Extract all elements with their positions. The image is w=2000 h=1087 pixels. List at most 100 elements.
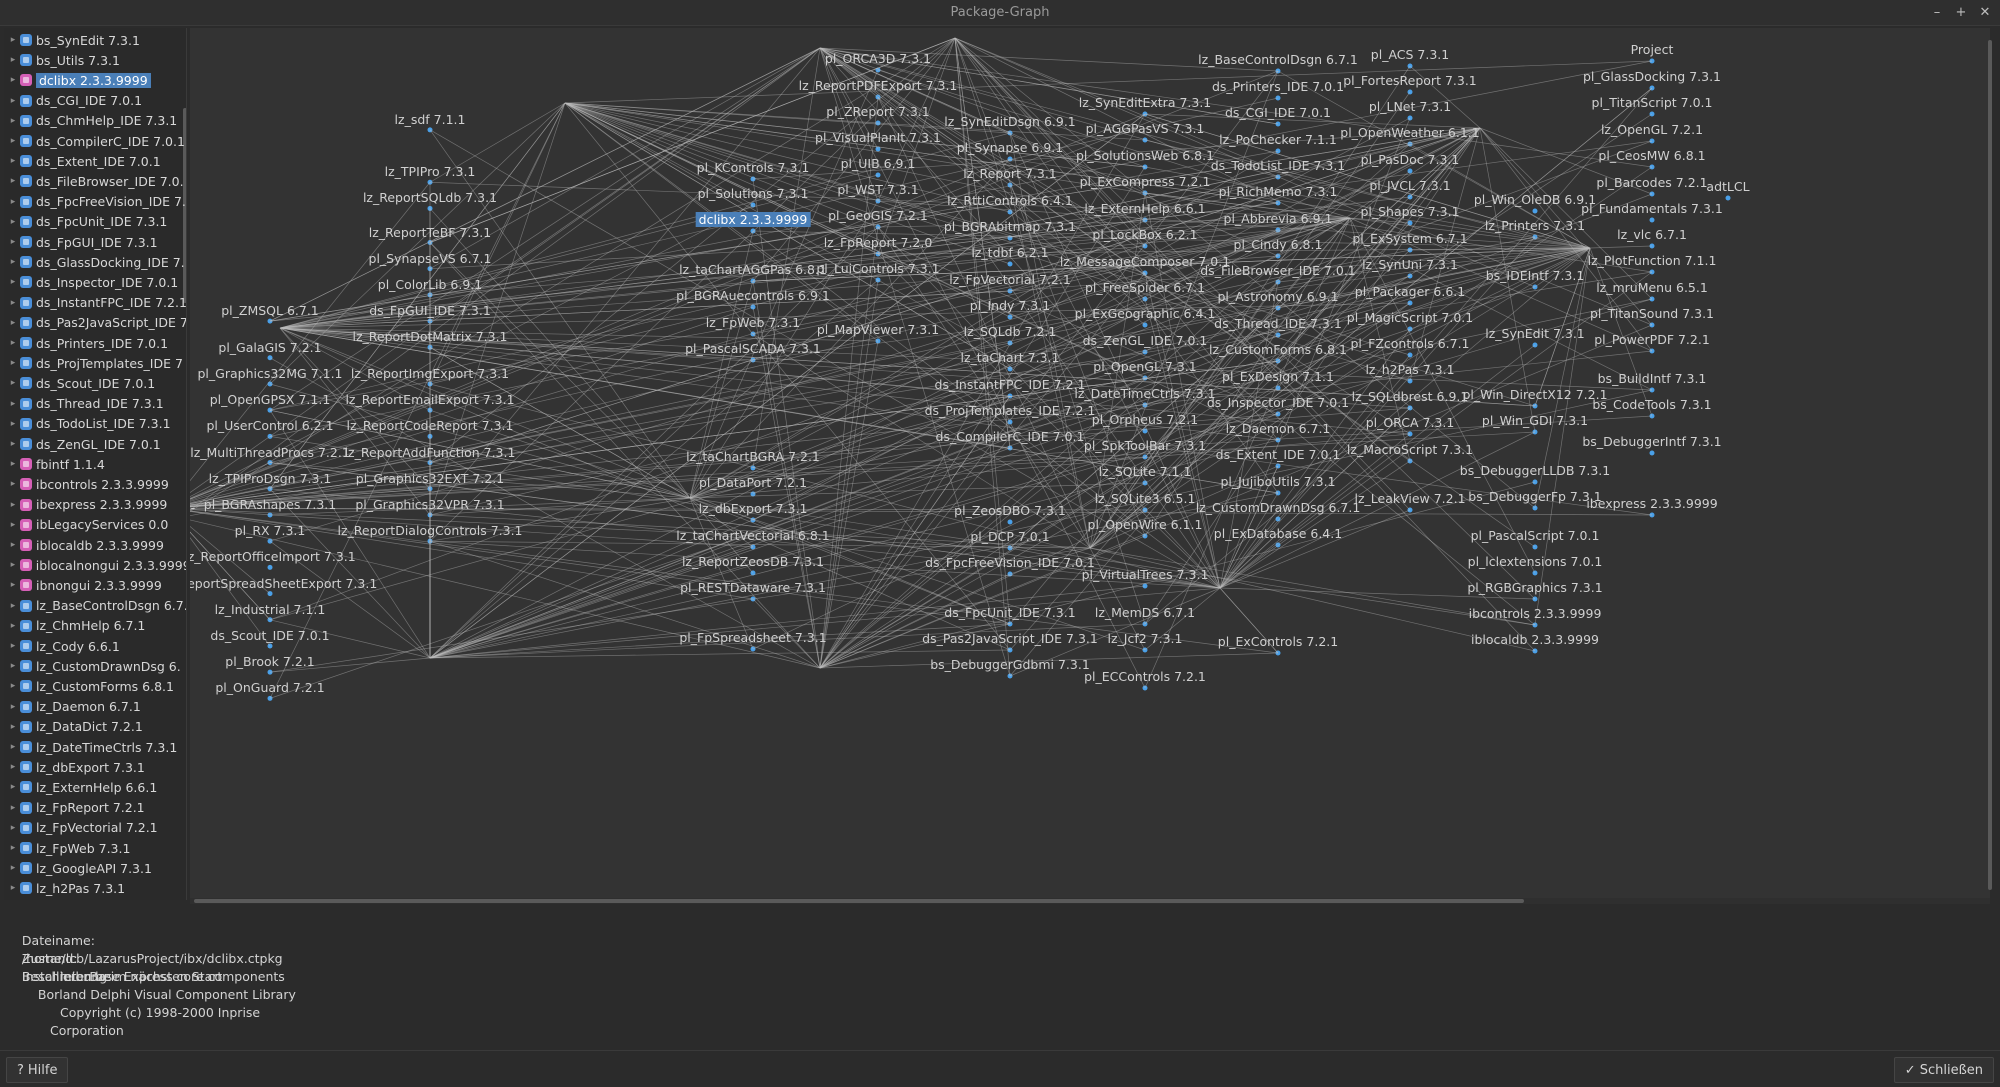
- tree-item[interactable]: ▸ ibLegacyServices 0.0: [4, 515, 186, 535]
- expand-arrow-icon[interactable]: ▸: [8, 883, 18, 893]
- tree-item[interactable]: ▸ fbintf 1.1.4: [4, 454, 186, 474]
- tree-item[interactable]: ▸ lz_Cody 6.6.1: [4, 636, 186, 656]
- graph-node-label[interactable]: dclibx 2.3.3.9999: [695, 212, 811, 227]
- expand-arrow-icon[interactable]: ▸: [8, 176, 18, 186]
- graph-node-label[interactable]: lz_tdbf 6.2.1: [971, 245, 1048, 260]
- expand-arrow-icon[interactable]: ▸: [8, 257, 18, 267]
- graph-node-label[interactable]: pl_Brook 7.2.1: [225, 654, 314, 669]
- expand-arrow-icon[interactable]: ▸: [8, 298, 18, 308]
- graph-node-label[interactable]: lz_SynEditDsgn 6.9.1: [944, 114, 1076, 129]
- tree-item[interactable]: ▸ lz_FpReport 7.2.1: [4, 798, 186, 818]
- graph-node-label[interactable]: pl_ECControls 7.2.1: [1084, 669, 1206, 684]
- tree-item[interactable]: ▸ ds_ChmHelp_IDE 7.3.1: [4, 111, 186, 131]
- graph-node-label[interactable]: lz_ReportImgExport 7.3.1: [351, 366, 509, 381]
- graph-node-label[interactable]: pl_ORCA 7.3.1: [1366, 415, 1455, 430]
- graph-node-label[interactable]: ds_FpcUnit_IDE 7.3.1: [944, 605, 1075, 620]
- graph-node-label[interactable]: lz_ReportOfficeImport 7.3.1: [190, 549, 356, 564]
- graph-node-label[interactable]: ds_ZenGL_IDE 7.0.1: [1083, 333, 1208, 348]
- graph-node-label[interactable]: ds_FpcFreeVision_IDE 7.0.1: [925, 555, 1095, 570]
- graph-node-label[interactable]: lz_mruMenu 6.5.1: [1596, 280, 1708, 295]
- graph-node-label[interactable]: lz_ReportAddFunction 7.3.1: [345, 445, 516, 460]
- tree-item[interactable]: ▸ ds_CGI_IDE 7.0.1: [4, 91, 186, 111]
- graph-node-label[interactable]: lz_dbExport 7.3.1: [699, 501, 808, 516]
- tree-item[interactable]: ▸ ibnongui 2.3.3.9999: [4, 575, 186, 595]
- expand-arrow-icon[interactable]: ▸: [8, 439, 18, 449]
- expand-arrow-icon[interactable]: ▸: [8, 378, 18, 388]
- graph-node-label[interactable]: lz_Printers 7.3.1: [1485, 218, 1585, 233]
- graph-node-label[interactable]: ds_TodoList_IDE 7.3.1: [1211, 158, 1346, 173]
- expand-arrow-icon[interactable]: ▸: [8, 843, 18, 853]
- graph-node-label[interactable]: pl_ExGeographic 6.4.1: [1075, 306, 1216, 321]
- tree-item[interactable]: ▸ ds_FpcUnit_IDE 7.3.1: [4, 212, 186, 232]
- graph-node-label[interactable]: pl_ACS 7.3.1: [1371, 47, 1449, 62]
- tree-item[interactable]: ▸ ds_Pas2JavaScript_IDE 7: [4, 313, 186, 333]
- close-button[interactable]: ✓ Schließen: [1893, 1057, 1994, 1083]
- graph-node-label[interactable]: lz_SQLdb 7.2.1: [964, 324, 1057, 339]
- tree-item[interactable]: ▸ lz_BaseControlDsgn 6.7.: [4, 596, 186, 616]
- graph-node-label[interactable]: pl_OnGuard 7.2.1: [215, 680, 324, 695]
- graph-node-label[interactable]: pl_MagicScript 7.0.1: [1347, 310, 1473, 325]
- expand-arrow-icon[interactable]: ▸: [8, 156, 18, 166]
- graph-node-label[interactable]: lz_Jcf2 7.3.1: [1108, 631, 1183, 646]
- expand-arrow-icon[interactable]: ▸: [8, 500, 18, 510]
- tree-item[interactable]: ▸ lz_Daemon 6.7.1: [4, 697, 186, 717]
- graph-node-label[interactable]: pl_DataPort 7.2.1: [699, 475, 807, 490]
- tree-item[interactable]: ▸ ds_Printers_IDE 7.0.1: [4, 333, 186, 353]
- graph-node-label[interactable]: pl_Solutions 7.3.1: [698, 186, 809, 201]
- graph-node-label[interactable]: lz_FpVectorial 7.2.1: [949, 272, 1071, 287]
- graph-node-label[interactable]: pl_ZReport 7.3.1: [826, 104, 929, 119]
- graph-node-label[interactable]: lz_RttiControls 6.4.1: [947, 193, 1073, 208]
- expand-arrow-icon[interactable]: ▸: [8, 399, 18, 409]
- graph-node-label[interactable]: pl_RGBGraphics 7.3.1: [1467, 580, 1602, 595]
- graph-node-label[interactable]: lz_taChartVectorial 6.8.1: [676, 528, 829, 543]
- tree-item[interactable]: ▸ lz_FpWeb 7.3.1: [4, 838, 186, 858]
- graph-node-label[interactable]: pl_GeoGIS 7.2.1: [828, 208, 928, 223]
- graph-node-label[interactable]: lz_ReportSpreadSheetExport 7.3.1: [190, 576, 377, 591]
- graph-node-label[interactable]: lz_CustomDrawnDsg 6.7.1: [1196, 500, 1361, 515]
- graph-node-label[interactable]: lz_taChartAGGPas 6.8.1: [679, 262, 827, 277]
- graph-node-label[interactable]: pl_UserControl 6.2.1: [206, 418, 333, 433]
- expand-arrow-icon[interactable]: ▸: [8, 459, 18, 469]
- graph-node-label[interactable]: lz_FpReport 7.2.0: [824, 235, 933, 250]
- graph-node-label[interactable]: pl_SynapseVS 6.7.1: [369, 251, 492, 266]
- graph-node-label[interactable]: pl_TitanSound 7.3.1: [1590, 306, 1714, 321]
- graph-node-label[interactable]: pl_Win_DirectX12 7.2.1: [1462, 387, 1607, 402]
- graph-node-label[interactable]: pl_VirtualTrees 7.3.1: [1082, 567, 1209, 582]
- tree-item[interactable]: ▸ ds_InstantFPC_IDE 7.2.1: [4, 293, 186, 313]
- graph-node-label[interactable]: pl_Packager 6.6.1: [1355, 284, 1465, 299]
- graph-node-label[interactable]: pl_BGRAbitmap 7.3.1: [944, 219, 1076, 234]
- graph-node-label[interactable]: ds_ProjTemplates_IDE 7.2.1: [925, 403, 1096, 418]
- graph-node-label[interactable]: pl_ExControls 7.2.1: [1218, 634, 1338, 649]
- graph-node-label[interactable]: pl_Graphics32MG 7.1.1: [197, 366, 342, 381]
- graph-node-label[interactable]: pl_JujiboUtils 7.3.1: [1220, 474, 1335, 489]
- graph-node-label[interactable]: adtLCL: [1706, 179, 1749, 194]
- graph-node-label[interactable]: lz_SynUni 7.3.1: [1362, 257, 1458, 272]
- expand-arrow-icon[interactable]: ▸: [8, 136, 18, 146]
- tree-item[interactable]: ▸ ibcontrols 2.3.3.9999: [4, 474, 186, 494]
- graph-node-label[interactable]: lz_ReportDotMatrix 7.3.1: [352, 329, 507, 344]
- graph-node-label[interactable]: pl_GlassDocking 7.3.1: [1583, 69, 1721, 84]
- tree-item[interactable]: ▸ ds_ProjTemplates_IDE 7: [4, 353, 186, 373]
- graph-node-label[interactable]: pl_KControls 7.3.1: [697, 160, 810, 175]
- expand-arrow-icon[interactable]: ▸: [8, 742, 18, 752]
- graph-node-label[interactable]: pl_ColorLib 6.9.1: [378, 277, 482, 292]
- graph-node-label[interactable]: pl_ZeosDBO 7.3.1: [954, 503, 1066, 518]
- tree-item[interactable]: ▸ ibexpress 2.3.3.9999: [4, 495, 186, 515]
- graph-node-label[interactable]: ds_Pas2JavaScript_IDE 7.3.1: [922, 631, 1098, 646]
- graph-node-label[interactable]: ds_Extent_IDE 7.0.1: [1216, 447, 1341, 462]
- graph-node-label[interactable]: pl_OpenGPSX 7.1.1: [210, 392, 331, 407]
- graph-node-label[interactable]: lz_SQLdbrest 6.9.1: [1352, 389, 1469, 404]
- graph-node-label[interactable]: bs_DebuggerGdbmi 7.3.1: [930, 657, 1090, 672]
- tree-item[interactable]: ▸ ds_Scout_IDE 7.0.1: [4, 373, 186, 393]
- expand-arrow-icon[interactable]: ▸: [8, 96, 18, 106]
- graph-node-label[interactable]: pl_Graphics32VPR 7.3.1: [355, 497, 504, 512]
- graph-node-label[interactable]: pl_lclextensions 7.0.1: [1468, 554, 1603, 569]
- tree-item[interactable]: ▸ ds_CompilerC_IDE 7.0.1: [4, 131, 186, 151]
- graph-node-label[interactable]: lz_vlc 6.7.1: [1617, 227, 1687, 242]
- graph-node-label[interactable]: pl_GalaGIS 7.2.1: [218, 340, 321, 355]
- tree-item[interactable]: ▸ lz_dbExport 7.3.1: [4, 757, 186, 777]
- tree-item[interactable]: ▸ lz_CustomForms 6.8.1: [4, 676, 186, 696]
- graph-node-label[interactable]: pl_RX 7.3.1: [235, 523, 306, 538]
- graph-node-label[interactable]: lz_MacroScript 7.3.1: [1347, 442, 1473, 457]
- graph-node-label[interactable]: lz_LeakView 7.2.1: [1354, 491, 1465, 506]
